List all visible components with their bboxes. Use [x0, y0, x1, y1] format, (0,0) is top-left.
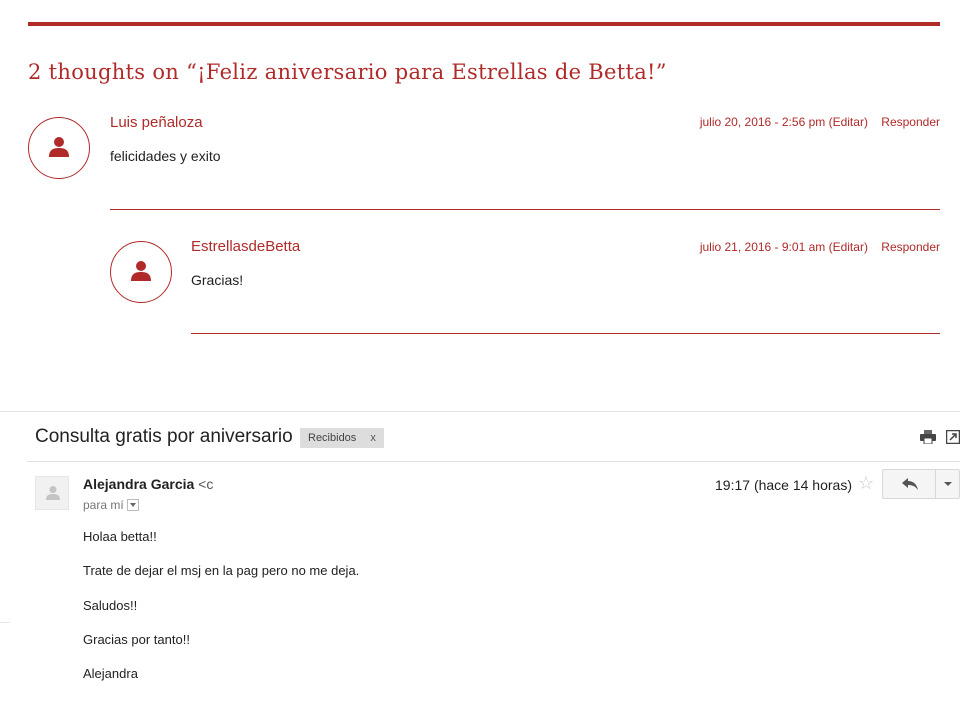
comment-meta: julio 21, 2016 - 9:01 am (Editar) Respon… [700, 240, 940, 254]
section-divider [0, 411, 960, 412]
person-icon [49, 137, 69, 157]
new-window-icon[interactable] [945, 429, 960, 449]
top-divider [28, 22, 940, 26]
person-icon [46, 486, 60, 500]
comment-divider [110, 209, 940, 210]
comment-divider [191, 333, 940, 334]
email-timestamp: 19:17 (hace 14 horas) [715, 477, 852, 493]
comment-author[interactable]: EstrellasdeBetta [191, 238, 300, 255]
email-body-line: Alejandra [83, 666, 138, 681]
sender-address: <c [198, 476, 214, 492]
email-subject: Consulta gratis por aniversario [35, 426, 293, 447]
reply-button[interactable] [883, 470, 936, 498]
comment-author[interactable]: Luis peñaloza [110, 114, 203, 131]
show-details-icon[interactable] [126, 498, 139, 511]
edit-link[interactable]: (Editar) [829, 115, 868, 129]
avatar [28, 117, 90, 179]
reply-link[interactable]: Responder [881, 240, 940, 254]
sender-avatar[interactable] [35, 476, 69, 510]
sender-name-text: Alejandra Garcia [83, 476, 195, 492]
comments-title: 2 thoughts on “¡Feliz aniversario para E… [28, 60, 667, 84]
star-icon[interactable]: ☆ [858, 473, 874, 494]
recipient-line: para mí [83, 498, 139, 512]
more-options-button[interactable] [936, 470, 959, 498]
remove-label-button[interactable]: x [370, 432, 376, 444]
reply-button-group [882, 469, 960, 499]
edit-link[interactable]: (Editar) [829, 240, 868, 254]
avatar [110, 241, 172, 303]
comment-date-link[interactable]: julio 20, 2016 - 2:56 pm [700, 115, 825, 129]
sender-name[interactable]: Alejandra Garcia <c [83, 476, 213, 492]
recipient-text: para mí [83, 498, 124, 512]
inbox-label[interactable]: Recibidos x [300, 428, 384, 448]
reply-icon [902, 478, 918, 490]
email-body-line: Gracias por tanto!! [83, 632, 190, 647]
reply-link[interactable]: Responder [881, 115, 940, 129]
comment-meta: julio 20, 2016 - 2:56 pm (Editar) Respon… [700, 115, 940, 129]
email-body-line: Trate de dejar el msj en la pag pero no … [83, 563, 360, 578]
comment-date-link[interactable]: julio 21, 2016 - 9:01 am [700, 240, 825, 254]
email-body-line: Saludos!! [83, 598, 138, 613]
edge-divider [0, 622, 10, 623]
person-icon [131, 261, 151, 281]
print-icon[interactable] [920, 430, 936, 449]
label-text: Recibidos [308, 432, 357, 444]
comment-text: felicidades y exito [110, 148, 221, 164]
header-divider [27, 461, 960, 462]
comment-text: Gracias! [191, 272, 244, 288]
email-body-line: Holaa betta!! [83, 529, 157, 544]
